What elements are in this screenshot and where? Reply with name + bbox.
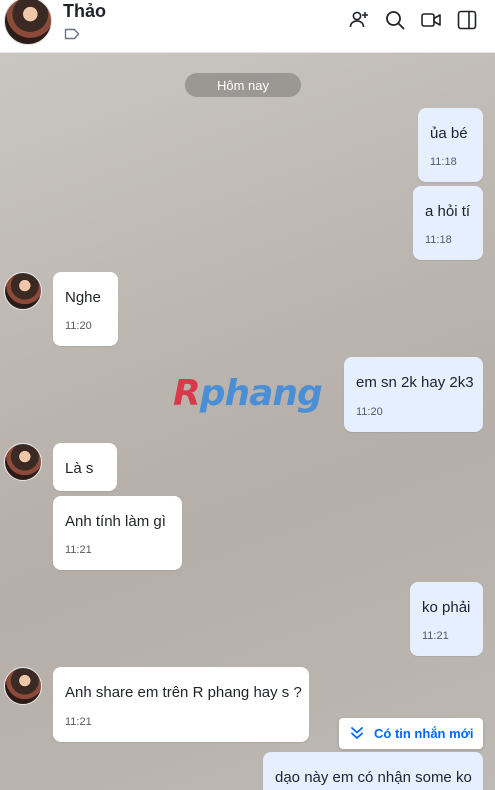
message-bubble-sent[interactable]: a hỏi tí 11:18	[413, 186, 483, 260]
contact-name[interactable]: Thảo	[63, 1, 106, 22]
message-text: em sn 2k hay 2k3	[356, 374, 474, 391]
sidebar-toggle-icon[interactable]	[456, 9, 478, 31]
message-list[interactable]: Hôm nay Rphang ủa bé 11:18 a hỏi tí 11:1…	[0, 53, 495, 790]
double-chevron-down-icon	[351, 727, 363, 739]
message-bubble-received[interactable]: Anh tính làm gì 11:21	[53, 496, 182, 570]
chat-header: Thảo	[0, 0, 495, 53]
message-bubble-sent[interactable]: ko phải 11:21	[410, 582, 483, 656]
message-text: dạo này em có nhận some ko	[275, 769, 472, 786]
new-message-button[interactable]: Có tin nhắn mới	[339, 718, 483, 749]
contact-avatar-small[interactable]	[4, 272, 42, 310]
date-divider: Hôm nay	[185, 73, 301, 97]
new-message-label: Có tin nhắn mới	[374, 726, 474, 741]
message-time: 11:21	[65, 716, 92, 728]
message-bubble-sent[interactable]: dạo này em có nhận some ko	[263, 752, 483, 790]
message-text: ko phải	[422, 599, 471, 616]
message-time: 11:18	[430, 156, 457, 168]
message-text: Anh share em trên R phang hay s ?	[65, 684, 302, 701]
message-time: 11:21	[65, 544, 92, 556]
message-bubble-sent[interactable]: em sn 2k hay 2k3 11:20	[344, 357, 483, 432]
contact-avatar-small[interactable]	[4, 667, 42, 705]
contact-avatar-small[interactable]	[4, 443, 42, 481]
message-bubble-sent[interactable]: ủa bé 11:18	[418, 108, 483, 182]
message-bubble-received[interactable]: Là s	[53, 443, 117, 491]
message-time: 11:20	[65, 320, 92, 332]
message-text: ủa bé	[430, 125, 468, 142]
message-text: Là s	[65, 460, 94, 477]
message-time: 11:18	[425, 234, 452, 246]
message-time: 11:21	[422, 630, 449, 642]
search-icon[interactable]	[384, 9, 406, 31]
message-text: Anh tính làm gì	[65, 513, 166, 530]
add-friend-icon[interactable]	[348, 9, 370, 31]
message-time: 11:20	[356, 406, 383, 418]
video-call-icon[interactable]	[420, 9, 442, 31]
message-text: a hỏi tí	[425, 203, 471, 220]
contact-avatar[interactable]	[4, 0, 52, 45]
watermark-logo: Rphang	[173, 373, 323, 414]
message-text: Nghe	[65, 289, 101, 306]
message-bubble-received[interactable]: Anh share em trên R phang hay s ? 11:21	[53, 667, 309, 742]
tag-icon[interactable]	[64, 27, 80, 41]
message-bubble-received[interactable]: Nghe 11:20	[53, 272, 118, 346]
